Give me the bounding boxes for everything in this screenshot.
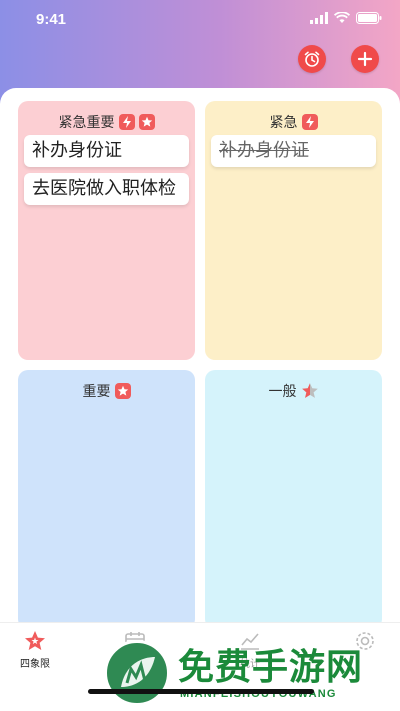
task-item-completed[interactable]: 补办身份证 xyxy=(211,135,376,167)
star-icon xyxy=(114,383,131,399)
quadrant-title-text: 一般 xyxy=(268,384,297,400)
quadrant-title-text: 紧急 xyxy=(269,115,298,131)
tab-quadrants[interactable]: 四象限 xyxy=(5,629,65,670)
quadrant-urgent[interactable]: 紧急 补办身份证 xyxy=(205,101,382,360)
quadrant-title-text: 重要 xyxy=(82,384,111,400)
quadrant-board: 紧急重要 补办身份证 去医院做入职体检 紧急 补办身份证 重要 一般 xyxy=(0,88,400,711)
alarm-button[interactable] xyxy=(298,45,326,73)
star-icon xyxy=(138,114,155,130)
status-icons xyxy=(310,12,382,24)
quadrant-title: 重要 xyxy=(18,380,195,402)
lightning-icon xyxy=(118,114,135,130)
status-time: 9:41 xyxy=(36,11,67,28)
quadrant-title: 紧急重要 xyxy=(18,111,195,133)
wifi-icon xyxy=(334,12,350,23)
quadrant-normal[interactable]: 一般 xyxy=(205,370,382,629)
add-task-button[interactable] xyxy=(351,45,379,73)
quadrant-title: 一般 xyxy=(205,380,382,402)
task-item[interactable]: 去医院做入职体检 xyxy=(24,173,189,205)
watermark-logo xyxy=(104,640,170,706)
home-indicator xyxy=(88,689,314,694)
star-icon xyxy=(25,631,45,650)
alarm-clock-icon xyxy=(304,51,320,67)
lightning-icon xyxy=(301,114,318,130)
quadrant-title-text: 紧急重要 xyxy=(58,115,115,131)
quadrant-important[interactable]: 重要 xyxy=(18,370,195,629)
signal-icon xyxy=(310,12,328,24)
half-star-icon xyxy=(301,383,318,398)
quadrant-urgent-important[interactable]: 紧急重要 补办身份证 去医院做入职体检 xyxy=(18,101,195,360)
status-bar: 9:41 xyxy=(0,0,400,40)
quadrant-title: 紧急 xyxy=(205,111,382,133)
watermark-title: 免费手游网 xyxy=(178,647,364,688)
battery-icon xyxy=(356,12,382,24)
tab-label: 四象限 xyxy=(20,659,50,670)
plus-icon xyxy=(357,51,373,67)
task-item[interactable]: 补办身份证 xyxy=(24,135,189,167)
